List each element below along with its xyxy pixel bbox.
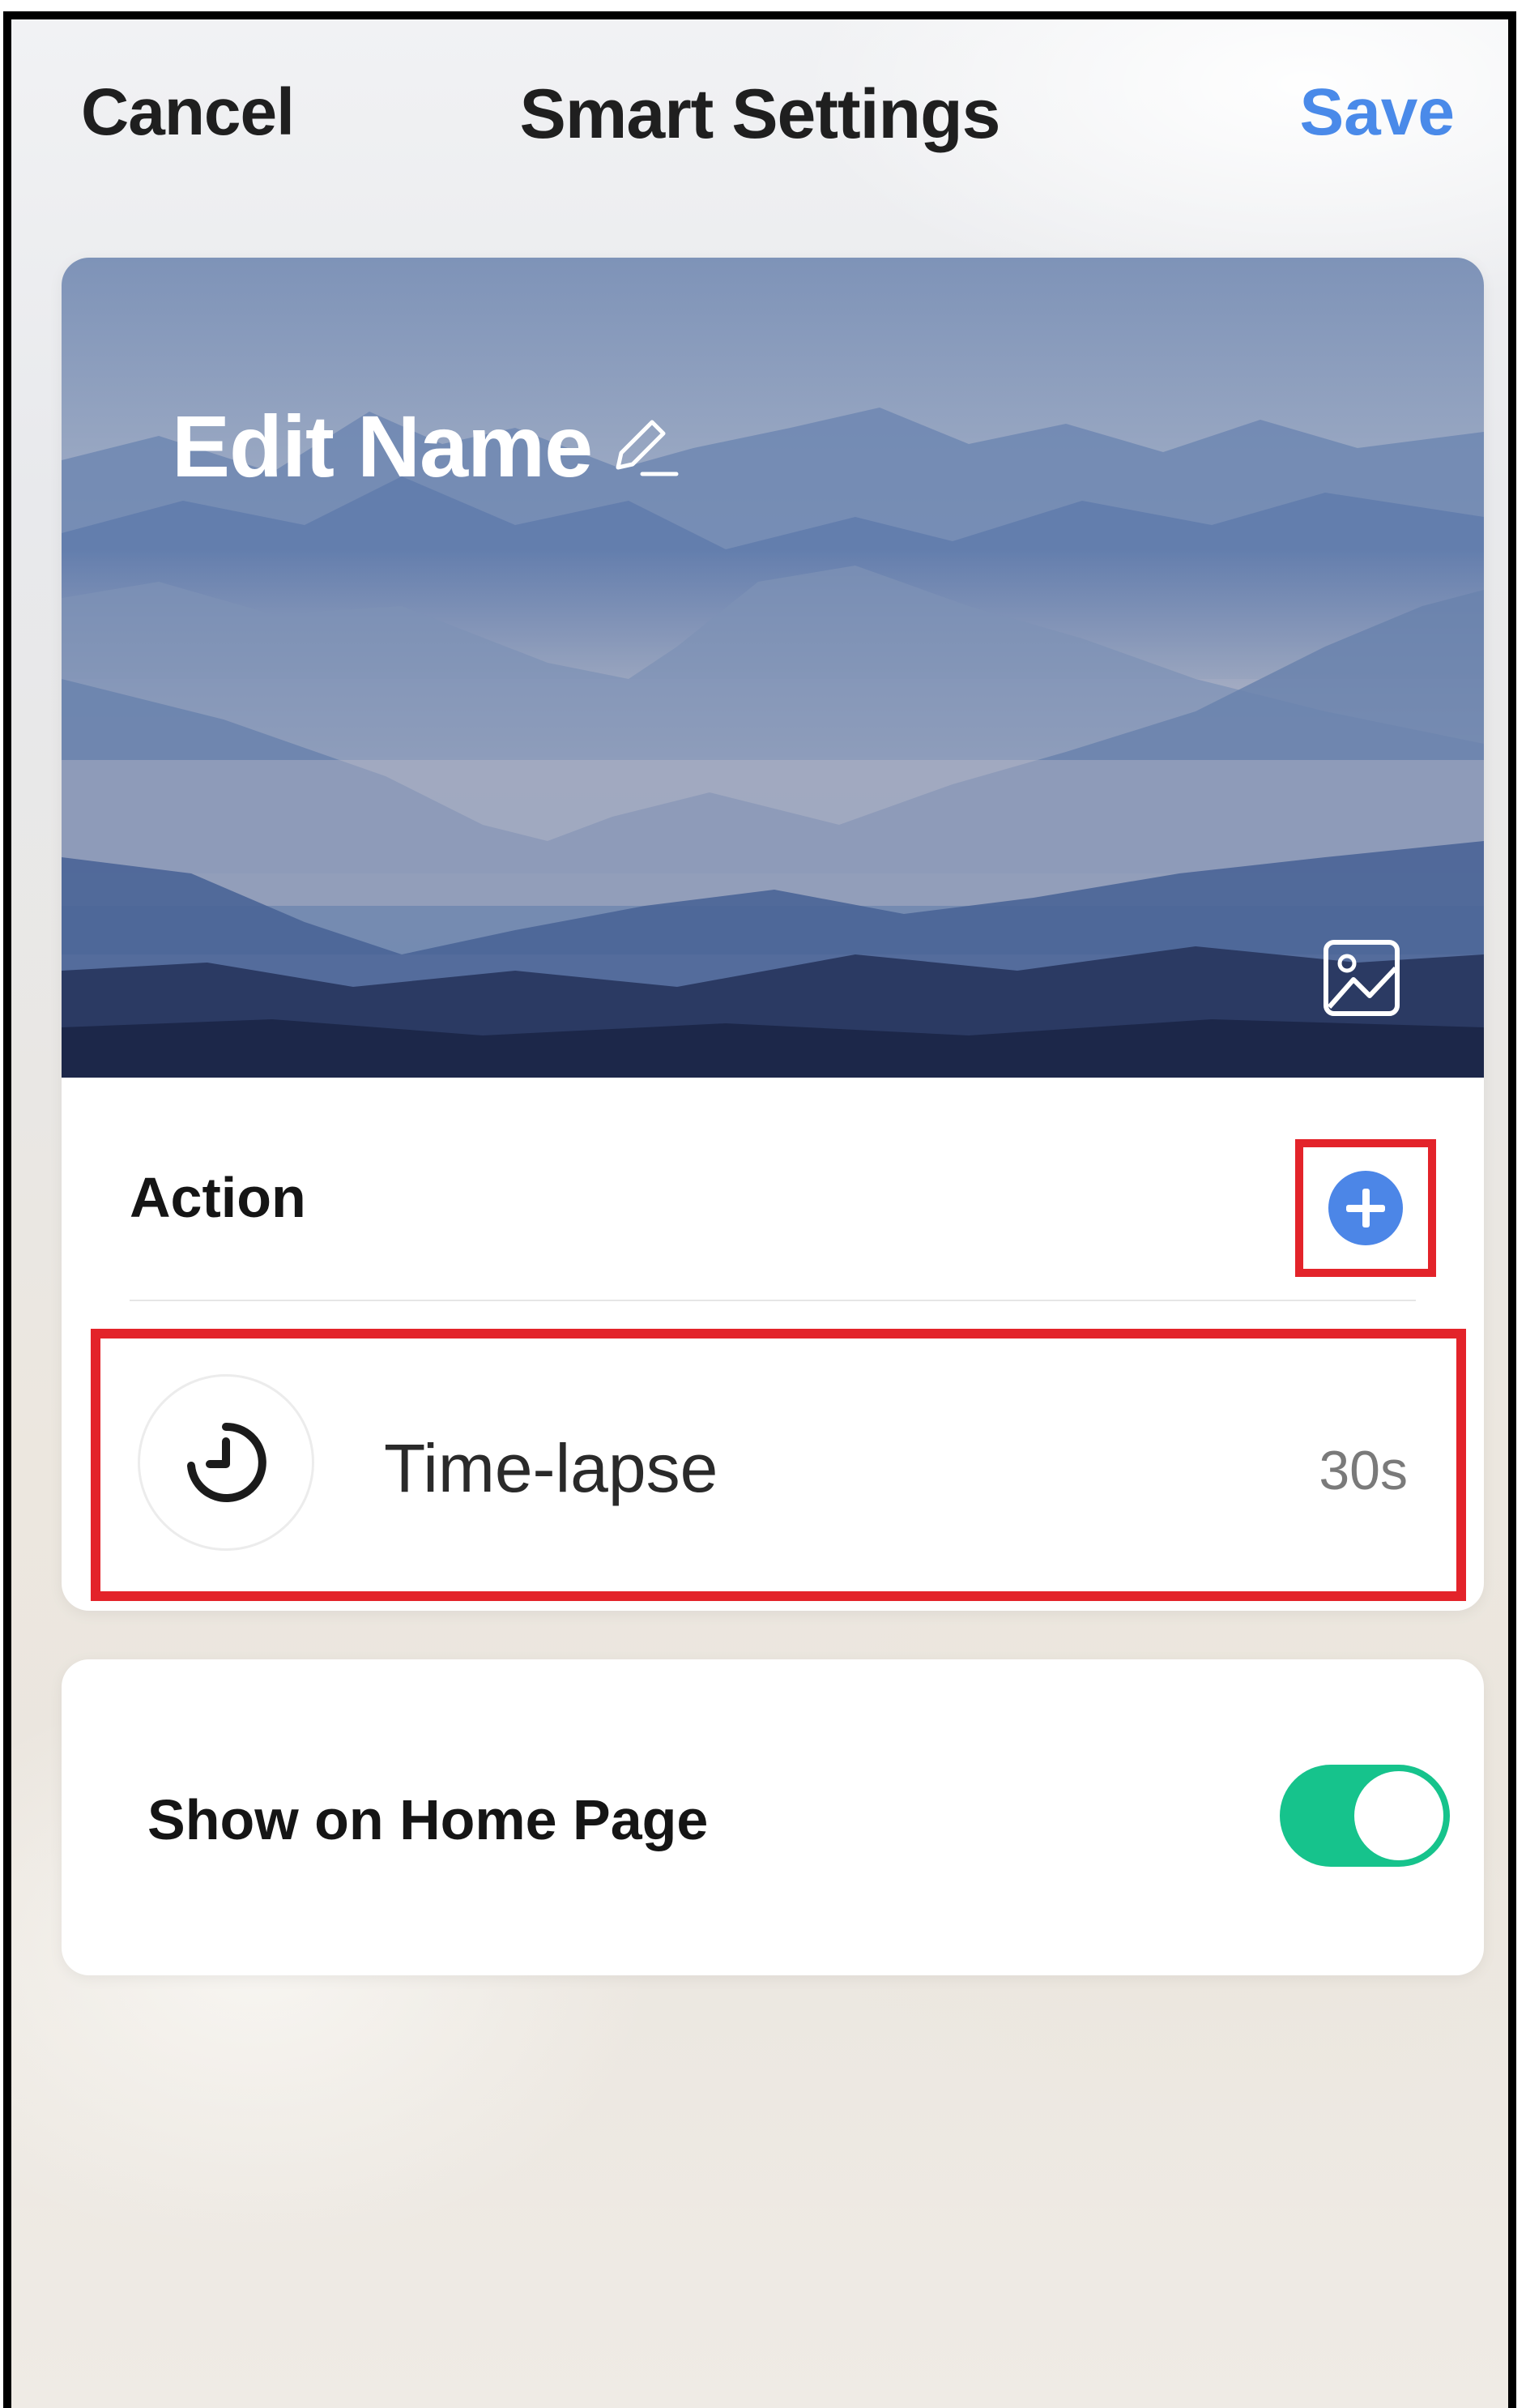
action-section-title: Action bbox=[130, 1166, 306, 1229]
action-item-time-lapse[interactable]: Time-lapse 30s bbox=[91, 1329, 1466, 1601]
edit-name-button[interactable]: Edit Name bbox=[172, 395, 680, 497]
show-on-home-label: Show on Home Page bbox=[147, 1788, 709, 1851]
timer-icon bbox=[138, 1374, 314, 1551]
add-action-button[interactable] bbox=[1295, 1139, 1436, 1277]
page-title: Smart Settings bbox=[519, 75, 1001, 153]
save-button[interactable]: Save bbox=[1299, 75, 1455, 151]
toggle-knob bbox=[1354, 1771, 1443, 1860]
top-navigation-bar: Cancel Smart Settings Save bbox=[11, 19, 1508, 230]
action-section-header: Action bbox=[62, 1078, 1484, 1321]
action-item-name: Time-lapse bbox=[384, 1430, 718, 1506]
mountain-landscape-image bbox=[62, 258, 1484, 1078]
image-icon bbox=[1324, 940, 1400, 1016]
section-divider bbox=[130, 1300, 1416, 1301]
scene-card: Edit Name Action Time-lapse 30s bbox=[62, 258, 1484, 1611]
show-on-home-toggle[interactable] bbox=[1280, 1765, 1450, 1867]
app-screen: Cancel Smart Settings Save Edit Name Act… bbox=[3, 11, 1516, 2408]
plus-circle-icon bbox=[1328, 1171, 1403, 1245]
change-image-button[interactable] bbox=[1323, 939, 1400, 1017]
pencil-icon bbox=[602, 408, 680, 485]
scene-name-label: Edit Name bbox=[172, 397, 593, 495]
scene-cover-image: Edit Name bbox=[62, 258, 1484, 1078]
home-page-setting-card: Show on Home Page bbox=[62, 1659, 1484, 1975]
action-item-value: 30s bbox=[1319, 1440, 1408, 1501]
